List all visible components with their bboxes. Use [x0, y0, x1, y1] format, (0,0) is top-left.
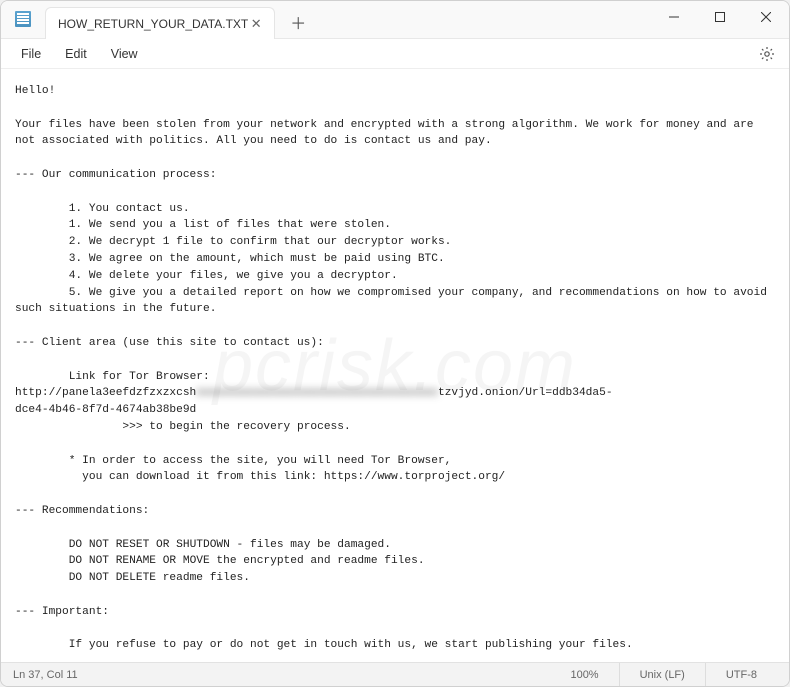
status-encoding[interactable]: UTF-8 — [705, 663, 777, 687]
status-cursor-position: Ln 37, Col 11 — [13, 669, 78, 681]
statusbar: Ln 37, Col 11 100% Unix (LF) UTF-8 — [1, 662, 789, 686]
window-controls — [651, 1, 789, 39]
text-line: DO NOT DELETE readme files. — [69, 572, 250, 584]
status-zoom[interactable]: 100% — [550, 663, 618, 687]
minimize-button[interactable] — [651, 1, 697, 33]
redacted-text: xxxxxxxxxxxxxxxxxxxxxxxxxxxxxxxxxxxx — [196, 387, 438, 399]
text-line: Link for Tor Browser: http://panela3eefd… — [15, 371, 216, 400]
maximize-button[interactable] — [697, 1, 743, 33]
new-tab-button[interactable]: ＋ — [283, 7, 313, 37]
notepad-app-icon — [15, 11, 31, 27]
text-line: DO NOT RENAME OR MOVE the encrypted and … — [69, 555, 425, 567]
text-line: >>> to begin the recovery process. — [122, 421, 350, 433]
text-line: If you refuse to pay or do not get in to… — [69, 639, 633, 651]
notepad-window: HOW_RETURN_YOUR_DATA.TXT ✕ ＋ File Edit V… — [0, 0, 790, 687]
text-line: Your files have been stolen from your ne… — [15, 119, 760, 148]
text-line: * In order to access the site, you will … — [69, 455, 452, 467]
text-line: --- Client area (use this site to contac… — [15, 337, 324, 349]
text-line: dce4-4b46-8f7d-4674ab38be9d — [15, 404, 196, 416]
document-tab[interactable]: HOW_RETURN_YOUR_DATA.TXT ✕ — [45, 7, 275, 39]
close-tab-icon[interactable]: ✕ — [248, 16, 264, 32]
text-line: 1. You contact us. — [69, 203, 190, 215]
watermark: pcrisk.com — [213, 312, 577, 420]
status-line-endings[interactable]: Unix (LF) — [619, 663, 705, 687]
text-line: 4. We delete your files, we give you a d… — [69, 270, 398, 282]
gear-icon[interactable] — [753, 40, 781, 68]
text-line: --- Recommendations: — [15, 505, 149, 517]
text-line: you can download it from this link: http… — [69, 471, 505, 483]
text-line: 1. We send you a list of files that were… — [69, 219, 391, 231]
text-line: Hello! — [15, 85, 55, 97]
text-editor-content[interactable]: pcrisk.com Hello! Your files have been st… — [1, 69, 789, 662]
text-line: tzvjyd.onion/Url=ddb34da5- — [438, 387, 613, 399]
menu-file[interactable]: File — [9, 43, 53, 65]
menubar: File Edit View — [1, 39, 789, 69]
text-line: --- Our communication process: — [15, 169, 216, 181]
text-line: 5. We give you a detailed report on how … — [69, 287, 767, 299]
text-line: DO NOT RESET OR SHUTDOWN - files may be … — [69, 539, 391, 551]
titlebar: HOW_RETURN_YOUR_DATA.TXT ✕ ＋ — [1, 1, 789, 39]
menu-view[interactable]: View — [99, 43, 150, 65]
tab-title: HOW_RETURN_YOUR_DATA.TXT — [58, 17, 248, 31]
close-window-button[interactable] — [743, 1, 789, 33]
text-line: 2. We decrypt 1 file to confirm that our… — [69, 236, 452, 248]
menu-edit[interactable]: Edit — [53, 43, 99, 65]
text-line: 3. We agree on the amount, which must be… — [69, 253, 445, 265]
text-line: --- Important: — [15, 606, 109, 618]
text-line: such situations in the future. — [15, 303, 216, 315]
